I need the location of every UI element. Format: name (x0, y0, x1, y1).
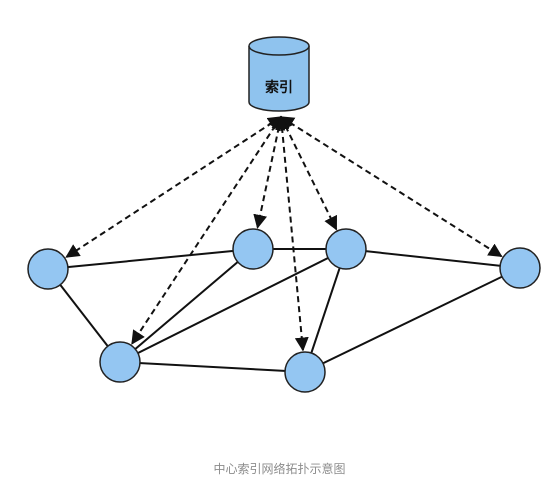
node-n4 (499, 247, 541, 289)
index-link-n4 (279, 116, 503, 258)
index-database-top (248, 36, 310, 56)
node-n1 (27, 248, 69, 290)
diagram-caption: 中心索引网络拓扑示意图 (213, 462, 346, 476)
link-n5-n6 (119, 361, 306, 373)
index-database: 索引 (248, 36, 310, 112)
node-n5 (99, 341, 141, 383)
link-n6-n4 (304, 267, 521, 373)
index-links (65, 115, 503, 352)
topology-diagram: 索引 (27, 36, 541, 393)
peer-nodes (27, 228, 541, 393)
index-link-n6 (275, 115, 309, 352)
link-n1-n2 (47, 248, 254, 270)
index-label: 索引 (265, 79, 293, 96)
node-n6 (284, 351, 326, 393)
node-n3 (325, 228, 367, 270)
node-n2 (232, 228, 274, 270)
